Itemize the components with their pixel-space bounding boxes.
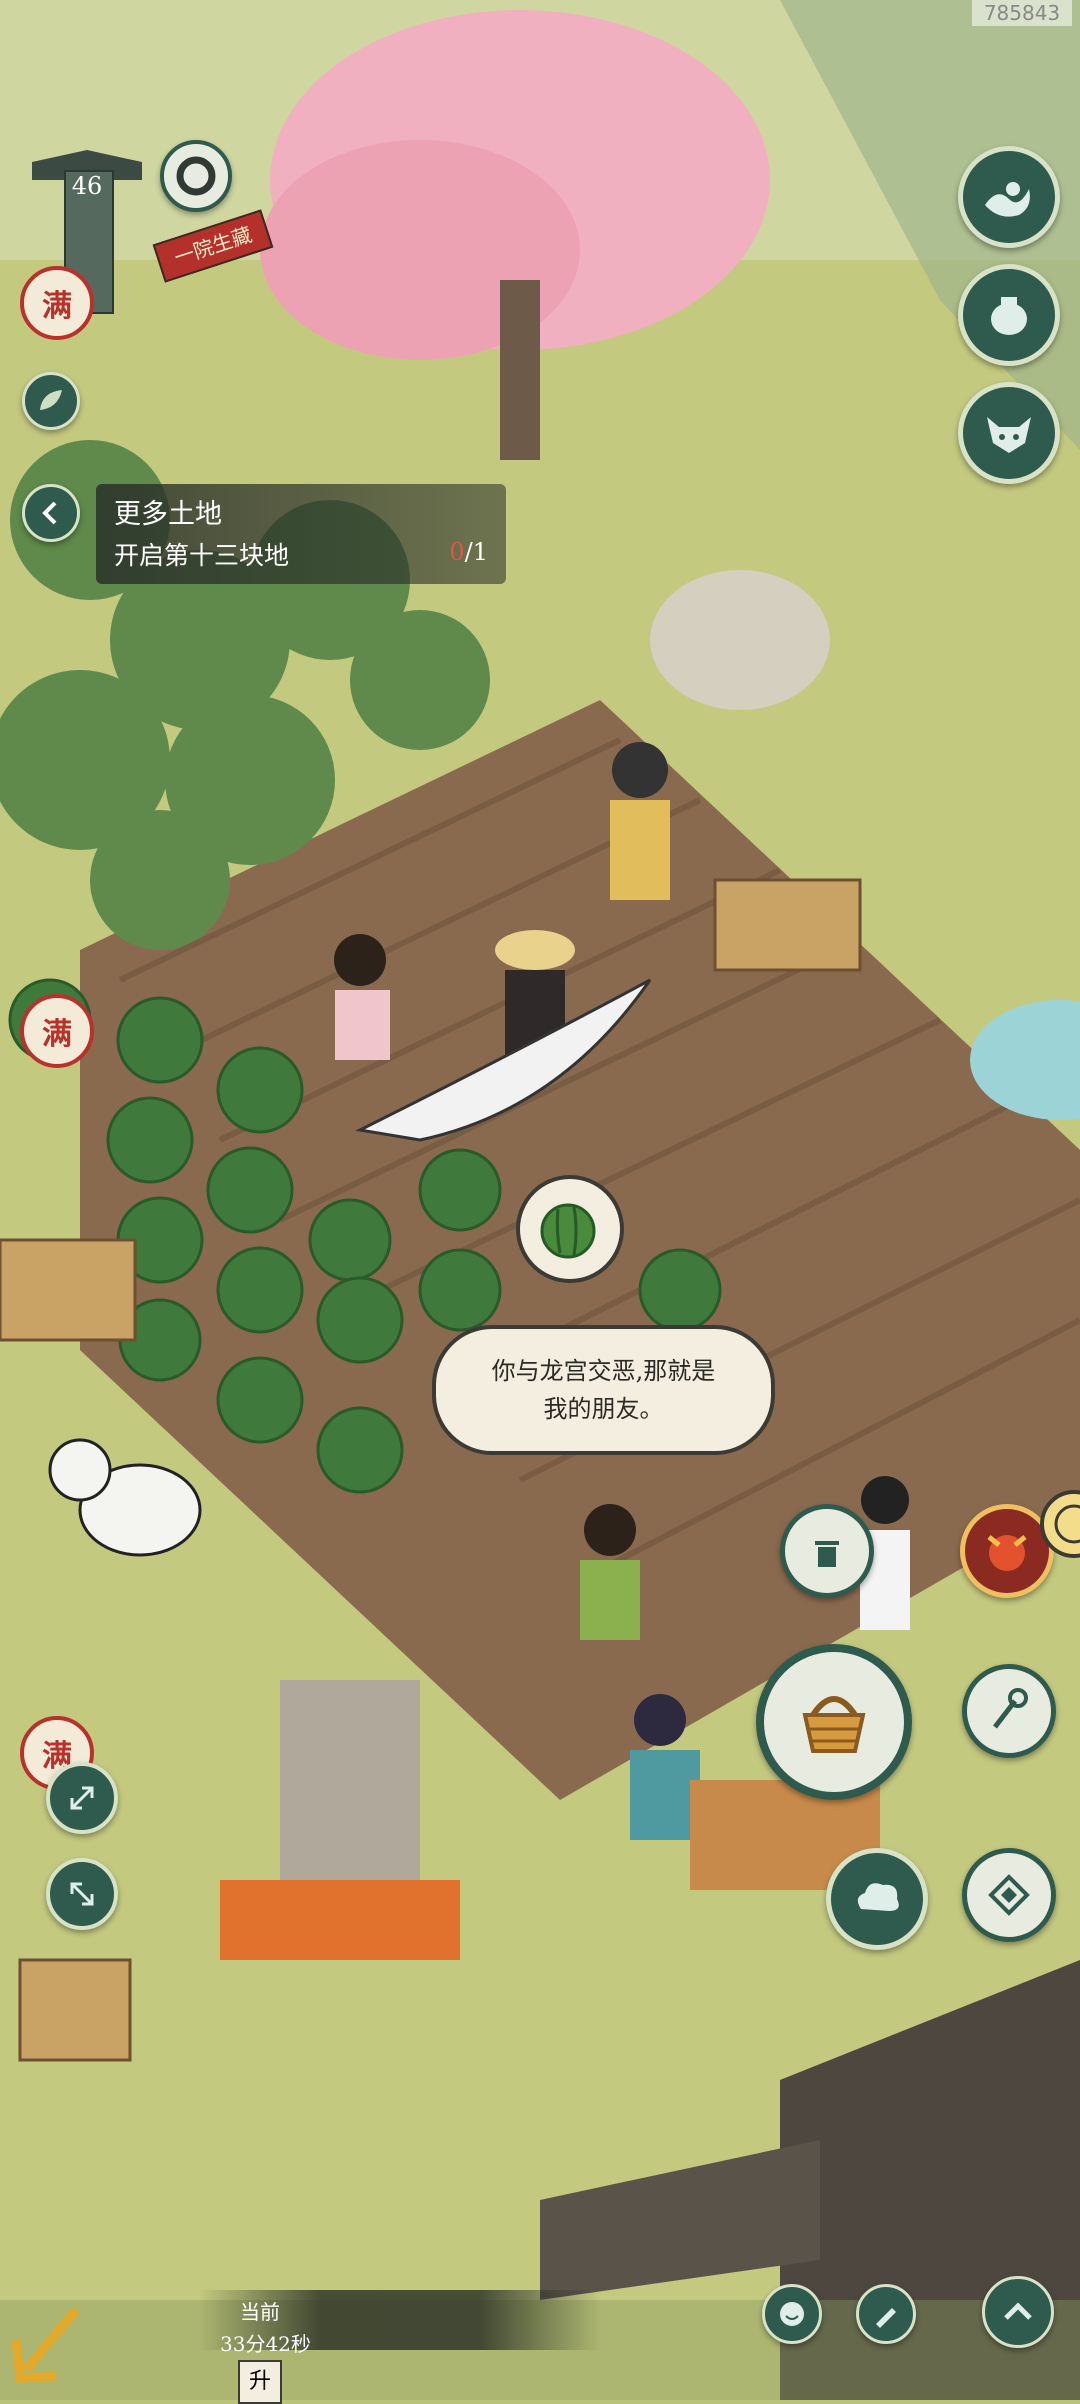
diamond-button[interactable]	[962, 1848, 1056, 1942]
back-icon	[42, 501, 57, 525]
full-badge-1[interactable]: 满	[20, 266, 94, 340]
full-badge-2[interactable]: 满	[20, 994, 94, 1068]
direction-arrow[interactable]	[6, 2300, 86, 2390]
speech-line-2: 我的朋友。	[543, 1395, 664, 1423]
upgrade-char: 升	[248, 2369, 271, 2394]
pen-button[interactable]	[856, 2284, 916, 2344]
pot-icon	[991, 297, 1027, 335]
speech-line-1: 你与龙宫交恶,那就是	[491, 1357, 716, 1385]
quest-desc: 开启第十三块地	[114, 541, 290, 570]
watermelon-icon	[540, 1203, 596, 1259]
quest-title: 更多土地	[114, 499, 222, 530]
npc-speech-bubble: 你与龙宫交恶,那就是 我的朋友。	[432, 1325, 775, 1455]
wave-icon	[985, 182, 1030, 217]
timer-label: 当前	[240, 2300, 280, 2324]
leaf-icon	[40, 390, 62, 410]
collapse-button[interactable]	[46, 1858, 118, 1930]
timer-value: 33分42秒	[220, 2332, 311, 2356]
diamond-icon	[988, 1874, 1030, 1916]
trash-button[interactable]	[780, 1504, 874, 1598]
pot-button[interactable]	[958, 264, 1060, 366]
watermark-id: 785843	[972, 0, 1072, 26]
brush-button[interactable]	[962, 1664, 1056, 1758]
collapse-icon	[70, 1882, 94, 1906]
arrow-down-left-icon	[11, 2307, 80, 2383]
wheel-icon	[1054, 1504, 1080, 1544]
leaf-button[interactable]	[22, 372, 80, 430]
back-button[interactable]	[22, 484, 80, 542]
ring-icon	[176, 156, 216, 196]
basket-button[interactable]	[756, 1644, 912, 1800]
cloud-icon	[857, 1883, 899, 1911]
pen-icon	[876, 2308, 896, 2328]
expand-icon	[70, 1786, 94, 1810]
quest-progress: 0/1	[449, 538, 488, 566]
ox-mask-icon	[987, 417, 1031, 453]
trash-icon	[815, 1541, 839, 1567]
wave-button[interactable]	[958, 146, 1060, 248]
quest-progress-total: /1	[464, 538, 488, 566]
harvest-bubble[interactable]	[516, 1175, 624, 1283]
up-arrow-icon	[1004, 2302, 1032, 2320]
wheel-button[interactable]	[1040, 1490, 1080, 1558]
player-level: 46	[71, 172, 103, 200]
expand-button[interactable]	[46, 1762, 118, 1834]
cloud-button[interactable]	[826, 1848, 928, 1950]
ox-mask-button[interactable]	[958, 382, 1060, 484]
upgrade-tag[interactable]: 升	[238, 2360, 282, 2404]
quest-progress-current: 0	[449, 538, 465, 566]
basket-icon	[802, 1696, 866, 1753]
growth-timer: 当前 33分42秒	[200, 2290, 600, 2356]
demon-face-icon	[987, 1535, 1027, 1571]
quest-panel[interactable]: 更多土地 开启第十三块地 0/1	[96, 484, 506, 584]
up-arrow-button[interactable]	[982, 2276, 1054, 2348]
brush-icon	[993, 1688, 1028, 1729]
smile-button[interactable]	[762, 2284, 822, 2344]
coin-medal	[160, 140, 232, 212]
smile-icon	[780, 2302, 804, 2326]
